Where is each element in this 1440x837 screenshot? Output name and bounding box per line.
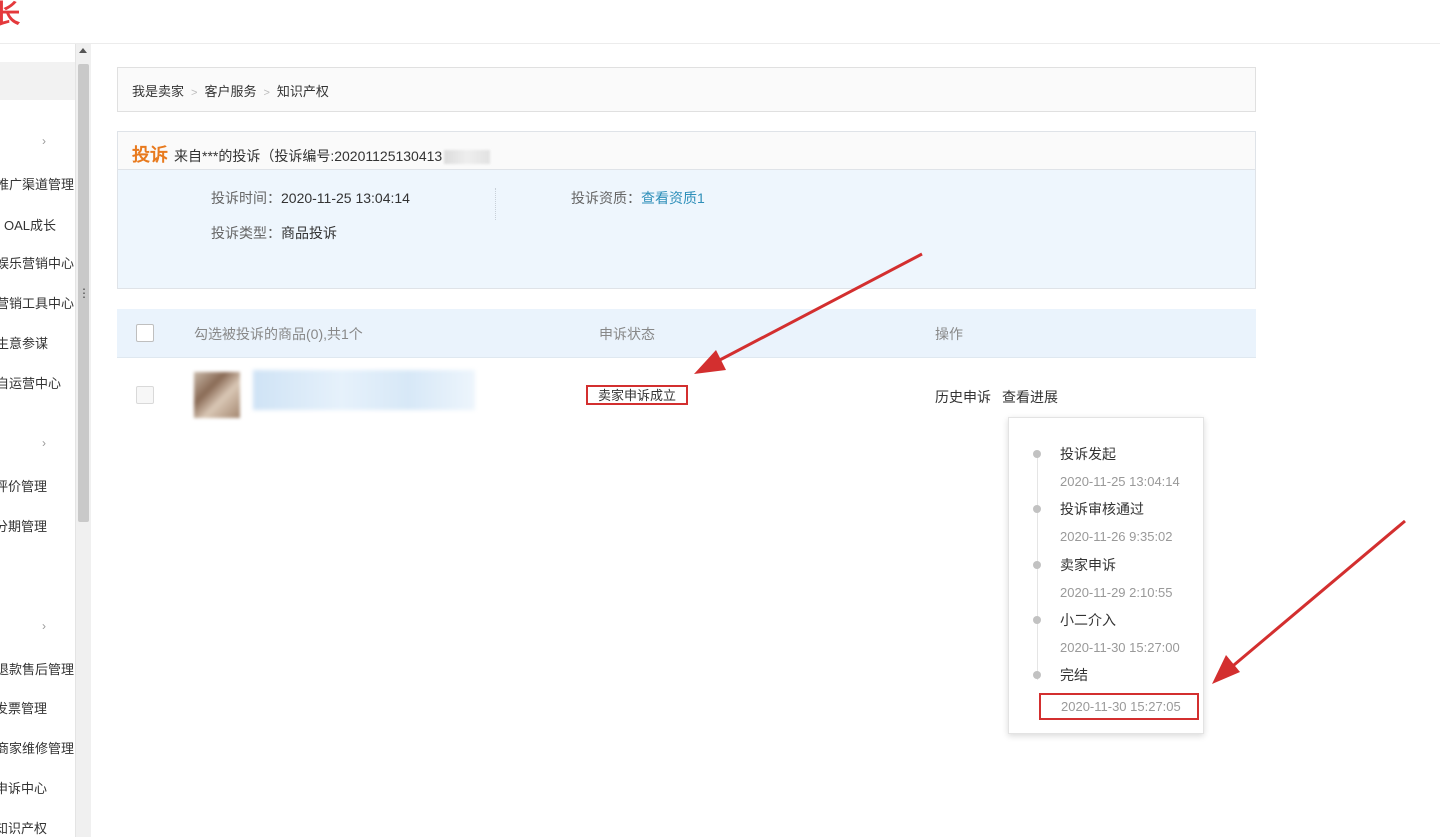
breadcrumb-separator: > [263,87,270,99]
complaint-panel: 投诉 来自***的投诉（投诉编号:20201125130413 投诉时间：2020… [117,131,1256,289]
complaint-kind: 投诉 [132,145,168,165]
sidebar-item-reviews[interactable]: 评价管理 [0,476,47,494]
timeline-dot-icon [1033,616,1041,624]
redacted-id [444,150,491,165]
breadcrumb-item[interactable]: 知识产权 [277,84,329,99]
sidebar-item-installments[interactable]: 分期管理 [0,516,47,534]
step-title: 投诉审核通过 [1060,501,1144,517]
step-title: 小二介入 [1060,612,1116,628]
top-header: 长 [0,0,1440,44]
sidebar-item-self-operation[interactable]: 自运营中心 [0,373,61,391]
breadcrumb-separator: > [191,87,198,99]
sidebar-item-promo-channel[interactable]: 推广渠道管理 [0,174,74,192]
sidebar-item-oal[interactable]: OAL成长 [0,215,56,233]
step-title: 投诉发起 [1060,446,1116,462]
scroll-up-arrow-icon[interactable] [79,48,87,53]
divider [495,188,496,220]
product-title-redacted[interactable] [253,370,475,410]
progress-popup: 投诉发起 2020-11-25 13:04:14 投诉审核通过 2020-11-… [1008,417,1204,734]
view-qualification-link[interactable]: 查看资质1 [641,190,705,206]
chevron-right-icon[interactable]: › [42,134,46,148]
sidebar-scrollbar[interactable] [75,44,91,837]
timeline-dot-icon [1033,561,1041,569]
step-time: 2020-11-26 9:35:02 [1060,529,1173,544]
chevron-right-icon[interactable]: › [42,436,46,450]
step-time-highlighted: 2020-11-30 15:27:05 [1039,693,1199,720]
select-all-checkbox[interactable] [136,324,154,342]
complaint-time: 投诉时间：2020-11-25 13:04:14 [211,190,410,206]
header-select-products: 勾选被投诉的商品(0),共1个 [194,326,363,342]
step-title: 卖家申诉 [1060,557,1116,573]
sidebar-selected-row[interactable] [0,62,75,100]
breadcrumb-item[interactable]: 我是卖家 [132,84,184,99]
view-progress-link[interactable]: 查看进展 [1002,387,1058,407]
row-checkbox[interactable] [136,386,154,404]
sidebar-item-ent-marketing[interactable]: 娱乐营销中心 [0,253,74,271]
timeline-dot-icon [1033,671,1041,679]
timeline-dot-icon [1033,505,1041,513]
complaint-title: 来自***的投诉（投诉编号:20201125130413 [174,148,443,164]
complaint-details: 投诉时间：2020-11-25 13:04:14 投诉资质：查看资质1 投诉类型… [118,170,1255,288]
history-appeal-link[interactable]: 历史申诉 [935,387,991,407]
sidebar-item-ip[interactable]: 知识产权 [0,818,47,836]
chevron-right-icon[interactable]: › [42,619,46,633]
sidebar-item-refund[interactable]: 退款售后管理 [0,659,74,677]
breadcrumb: 我是卖家 > 客户服务 > 知识产权 [117,67,1256,112]
step-time: 2020-11-25 13:04:14 [1060,474,1180,489]
appeal-status-badge: 卖家申诉成立 [586,385,689,405]
product-thumbnail[interactable] [194,372,240,418]
table-header: 勾选被投诉的商品(0),共1个 申诉状态 操作 [117,309,1256,358]
complaint-type: 投诉类型：商品投诉 [211,225,337,241]
sidebar-item-marketing-tools[interactable]: 营销工具中心 [0,293,74,311]
header-actions: 操作 [935,326,963,342]
step-time: 2020-11-30 15:27:00 [1060,640,1180,655]
red-arrow-timestamp [1212,519,1406,684]
sidebar-item-invoice[interactable]: 发票管理 [0,698,47,716]
timeline-dot-icon [1033,450,1041,458]
sidebar-item-appeal-center[interactable]: 申诉中心 [0,778,47,796]
logo: 长 [0,0,21,30]
complaint-header: 投诉 来自***的投诉（投诉编号:20201125130413 [118,132,1255,170]
sidebar: › 推广渠道管理 OAL成长 娱乐营销中心 营销工具中心 生意参谋 自运营中心 … [0,44,75,837]
step-time: 2020-11-29 2:10:55 [1060,585,1173,600]
sidebar-item-repair[interactable]: 商家维修管理 [0,738,74,756]
resize-grip-icon[interactable]: ⋮ [78,286,90,300]
header-appeal-status: 申诉状态 [599,326,655,342]
complaint-qualification: 投诉资质：查看资质1 [571,190,705,206]
breadcrumb-item[interactable]: 客户服务 [204,84,256,99]
sidebar-item-business-advisor[interactable]: 生意参谋 [0,333,48,351]
step-title: 完结 [1060,667,1088,683]
